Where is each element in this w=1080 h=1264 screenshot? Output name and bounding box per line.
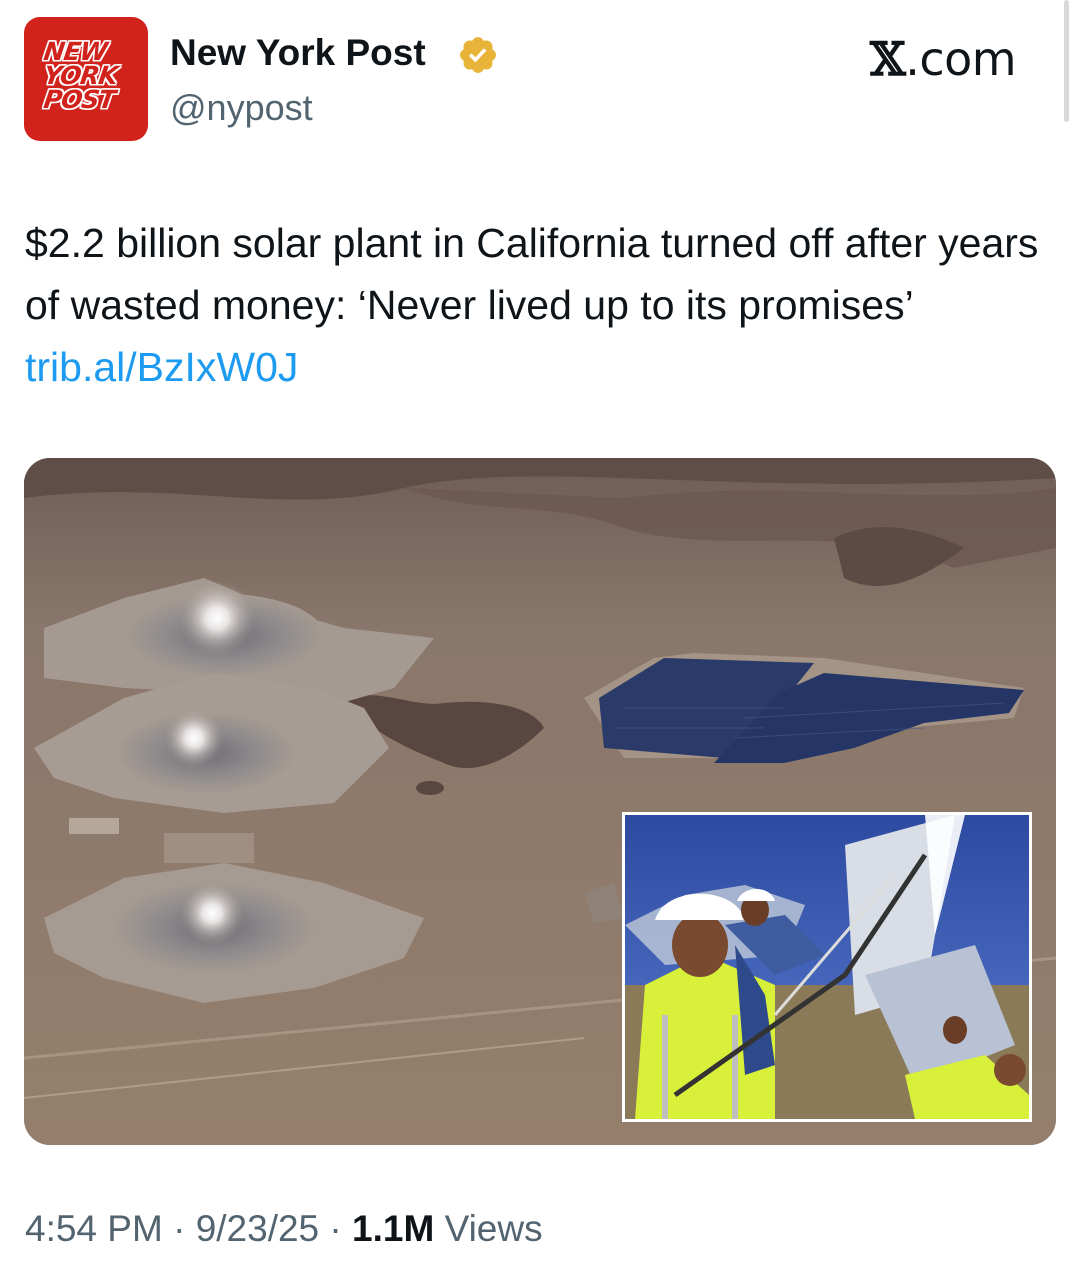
- tweet-media[interactable]: [24, 458, 1056, 1145]
- workers-photo: [625, 815, 1029, 1119]
- tweet-time[interactable]: 4:54 PM: [25, 1208, 163, 1249]
- tweet-link[interactable]: trib.al/BzIxW0J: [25, 344, 298, 390]
- avatar-logo-line-3: POST: [41, 85, 117, 114]
- meta-separator: ·: [173, 1208, 186, 1249]
- tweet-metadata: 4:54 PM · 9/23/25 · 1.1M Views: [25, 1208, 543, 1250]
- views-label: Views: [444, 1208, 543, 1249]
- x-logo-icon: 𝕏: [870, 32, 906, 86]
- meta-separator: ·: [329, 1208, 342, 1249]
- tweet-body: $2.2 billion solar plant in California t…: [25, 220, 1039, 328]
- scroll-indicator[interactable]: [1064, 0, 1069, 122]
- x-com-suffix: .com: [905, 32, 1017, 86]
- views-count: 1.1M: [352, 1208, 435, 1249]
- tweet-date[interactable]: 9/23/25: [196, 1208, 319, 1249]
- inset-photo: [622, 812, 1032, 1122]
- avatar[interactable]: NEW YORK POST: [24, 17, 148, 141]
- verified-badge-icon: [460, 37, 496, 73]
- x-com-watermark: 𝕏.com: [870, 32, 1017, 86]
- author-handle[interactable]: @nypost: [170, 87, 313, 129]
- tweet-text: $2.2 billion solar plant in California t…: [25, 212, 1045, 398]
- author-display-name[interactable]: New York Post: [170, 32, 426, 74]
